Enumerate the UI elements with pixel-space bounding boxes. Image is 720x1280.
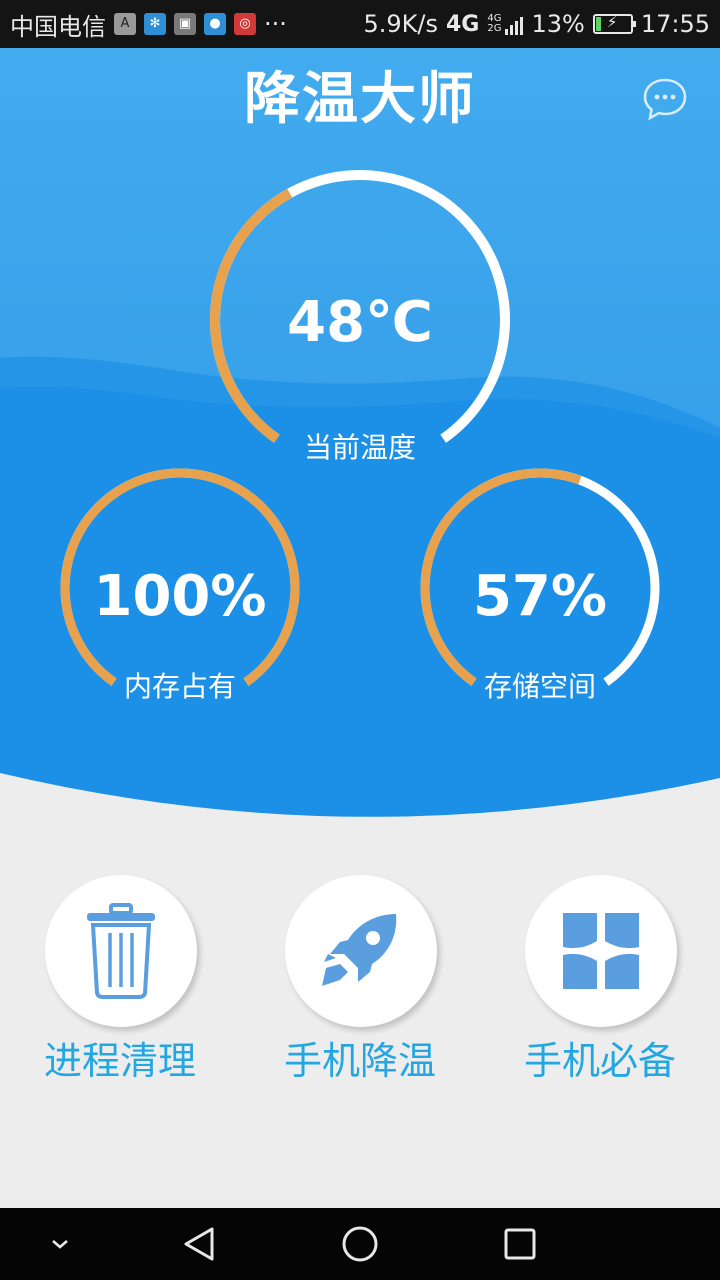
carrier-name: 中国电信 — [10, 12, 106, 41]
more-notifications: ··· — [264, 10, 287, 38]
memory-gauge: 100% 内存占有 — [55, 463, 305, 713]
status-bar: 中国电信 A ✻ ▣ ● ◎ ··· 5.9K/s 4G 4G 2G 13% ⚡… — [0, 0, 720, 48]
a-icon: A — [114, 13, 136, 35]
chat-bubble-icon — [643, 78, 687, 121]
process-clean-icon-circle — [45, 875, 197, 1027]
snowflake-icon: ✻ — [144, 13, 166, 35]
nav-hide-button[interactable] — [40, 1224, 80, 1264]
nav-home-button[interactable] — [340, 1224, 380, 1264]
signal-icon — [505, 13, 524, 35]
netease-music-icon: ◎ — [234, 13, 256, 35]
phone-cooling-icon-circle — [285, 875, 437, 1027]
navigation-bar — [0, 1208, 720, 1280]
chevron-down-icon — [52, 1240, 68, 1249]
memory-value: 100% — [93, 564, 267, 629]
phone-essentials-button[interactable]: 手机必备 — [480, 875, 720, 1095]
temperature-value: 48℃ — [287, 290, 433, 355]
memory-label: 内存占有 — [123, 670, 236, 703]
nav-recents-button[interactable] — [500, 1224, 540, 1264]
phone-essentials-icon-circle — [525, 875, 677, 1027]
phone-cooling-label: 手机降温 — [283, 1039, 436, 1083]
recents-square-icon — [504, 1228, 536, 1260]
phone-cooling-button[interactable]: 手机降温 — [240, 875, 480, 1095]
image-icon: ▣ — [174, 13, 196, 35]
feedback-button[interactable] — [640, 74, 690, 124]
app-grid-icon — [563, 913, 639, 989]
network-speed: 5.9K/s — [363, 10, 438, 38]
temperature-label: 当前温度 — [303, 431, 416, 464]
rocket-icon — [322, 914, 397, 986]
process-clean-label: 进程清理 — [43, 1039, 196, 1083]
action-buttons: 进程清理 手机降温 手机必备 — [0, 875, 720, 1095]
chat-bubble-icon: ● — [204, 13, 226, 35]
temperature-gauge: 48℃ 当前温度 — [200, 160, 520, 480]
storage-gauge: 57% 存储空间 — [415, 463, 665, 713]
storage-label: 存储空间 — [483, 670, 596, 703]
phone-essentials-label: 手机必备 — [523, 1039, 676, 1083]
home-circle-icon — [342, 1226, 378, 1262]
network-type: 4G — [445, 11, 480, 37]
process-clean-button[interactable]: 进程清理 — [0, 875, 240, 1095]
nav-back-button[interactable] — [180, 1224, 220, 1264]
back-triangle-icon — [184, 1227, 214, 1261]
network-dual-indicator: 4G 2G — [487, 13, 502, 34]
battery-icon: ⚡ — [592, 13, 636, 34]
trash-icon — [87, 903, 155, 999]
app-title: 降温大师 — [244, 67, 476, 132]
clock: 17:55 — [640, 10, 710, 38]
battery-percent: 13% — [531, 10, 585, 38]
storage-value: 57% — [472, 564, 608, 629]
